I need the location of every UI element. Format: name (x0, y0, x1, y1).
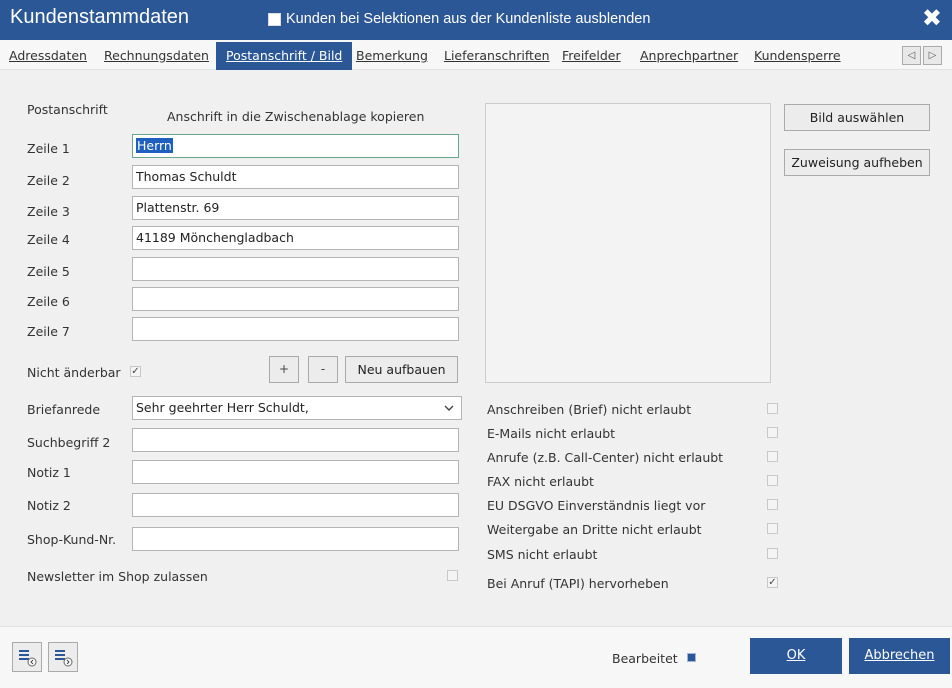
notiz2-label: Notiz 2 (27, 498, 71, 513)
edited-label: Bearbeitet (612, 651, 678, 666)
list-prev-glyph (19, 650, 37, 667)
unassign-image-button[interactable]: Zuweisung aufheben (784, 149, 930, 176)
shop-input[interactable] (132, 527, 459, 551)
line-4-label: Zeile 4 (27, 232, 70, 247)
perm-letter-label: Anschreiben (Brief) nicht erlaubt (487, 402, 692, 417)
perm-fax-checkbox[interactable] (767, 475, 778, 486)
list-prev-icon[interactable] (12, 642, 42, 672)
perm-sms-label: SMS nicht erlaubt (487, 547, 598, 562)
footer-bar: Bearbeitet OK Abbrechen (0, 626, 952, 688)
tab-anprechpartner[interactable]: Anprechpartner (640, 42, 738, 70)
newsletter-checkbox[interactable] (447, 570, 458, 581)
perm-fax-label: FAX nicht erlaubt (487, 474, 594, 489)
line-3-input[interactable]: Plattenstr. 69 (132, 196, 459, 220)
tab-freifelder[interactable]: Freifelder (562, 42, 621, 70)
perm-email-label: E-Mails nicht erlaubt (487, 426, 616, 441)
ok-button[interactable]: OK (750, 638, 842, 674)
hide-customer-toggle[interactable]: Kunden bei Selektionen aus der Kundenlis… (268, 11, 650, 27)
perm-thirdparty-checkbox[interactable] (767, 523, 778, 534)
perm-email-checkbox[interactable] (767, 427, 778, 438)
edited-indicator (687, 653, 696, 662)
tab-adressdaten[interactable]: Adressdaten (9, 42, 87, 70)
perm-tapi-checkbox[interactable]: ✓ (767, 577, 778, 588)
perm-calls-checkbox[interactable] (767, 451, 778, 462)
tab-next-icon[interactable]: ▷ (923, 46, 942, 65)
newsletter-label: Newsletter im Shop zulassen (27, 569, 208, 584)
tab-bar: Adressdaten Rechnungsdaten Postanschrift… (0, 40, 952, 70)
copy-address-link[interactable]: Anschrift in die Zwischenablage kopieren (167, 109, 424, 124)
locked-label: Nicht änderbar (27, 365, 121, 380)
suchbegriff-input[interactable] (132, 428, 459, 452)
tab-rechnungsdaten[interactable]: Rechnungsdaten (104, 42, 209, 70)
cancel-button[interactable]: Abbrechen (849, 638, 950, 674)
line-1-label: Zeile 1 (27, 141, 70, 156)
line-6-input[interactable] (132, 287, 459, 311)
line-2-label: Zeile 2 (27, 173, 70, 188)
line-6-label: Zeile 6 (27, 294, 70, 309)
briefanrede-select[interactable]: Sehr geehrter Herr Schuldt, (132, 396, 462, 420)
hide-customer-label: Kunden bei Selektionen aus der Kundenlis… (286, 11, 651, 27)
notiz1-input[interactable] (132, 460, 459, 484)
line-5-input[interactable] (132, 257, 459, 281)
chevron-down-icon (444, 405, 454, 411)
tab-bemerkung[interactable]: Bemerkung (356, 42, 428, 70)
perm-thirdparty-label: Weitergabe an Dritte nicht erlaubt (487, 522, 702, 537)
line-4-input[interactable]: 41189 Mönchengladbach (132, 226, 459, 250)
suchbegriff-label: Suchbegriff 2 (27, 435, 111, 450)
line-3-label: Zeile 3 (27, 204, 70, 219)
perm-dsgvo-checkbox[interactable] (767, 499, 778, 510)
perm-calls-label: Anrufe (z.B. Call-Center) nicht erlaubt (487, 450, 724, 465)
notiz2-input[interactable] (132, 493, 459, 517)
briefanrede-label: Briefanrede (27, 402, 101, 417)
tab-lieferanschriften[interactable]: Lieferanschriften (444, 42, 550, 70)
line-1-input[interactable]: Herrn (132, 134, 459, 158)
perm-letter-checkbox[interactable] (767, 403, 778, 414)
window-title: Kundenstammdaten (10, 6, 190, 28)
select-image-button[interactable]: Bild auswählen (784, 104, 930, 131)
perm-dsgvo-label: EU DSGVO Einverständnis liegt vor (487, 498, 706, 513)
title-bar: Kundenstammdaten Kunden bei Selektionen … (0, 0, 952, 40)
tab-prev-icon[interactable]: ◁ (902, 46, 921, 65)
list-next-glyph (55, 650, 73, 667)
shop-label: Shop-Kund-Nr. (27, 532, 117, 547)
tab-postanschrift-bild[interactable]: Postanschrift / Bild (216, 42, 353, 70)
tab-kundensperre[interactable]: Kundensperre (754, 42, 841, 70)
close-icon[interactable]: ✖ (922, 4, 942, 32)
postanschrift-label: Postanschrift (27, 102, 108, 117)
rebuild-button[interactable]: Neu aufbauen (345, 356, 458, 383)
hide-customer-checkbox[interactable] (268, 12, 281, 26)
perm-tapi-label: Bei Anruf (TAPI) hervorheben (487, 576, 669, 591)
line-5-label: Zeile 5 (27, 264, 70, 279)
line-7-label: Zeile 7 (27, 324, 70, 339)
remove-line-button[interactable]: - (308, 356, 338, 383)
add-line-button[interactable]: + (269, 356, 299, 383)
briefanrede-value: Sehr geehrter Herr Schuldt, (136, 400, 309, 415)
list-next-icon[interactable] (48, 642, 78, 672)
perm-sms-checkbox[interactable] (767, 548, 778, 559)
notiz1-label: Notiz 1 (27, 465, 71, 480)
locked-checkbox[interactable]: ✓ (130, 366, 141, 377)
line-7-input[interactable] (132, 317, 459, 341)
line-2-input[interactable]: Thomas Schuldt (132, 165, 459, 189)
image-preview (485, 103, 771, 383)
